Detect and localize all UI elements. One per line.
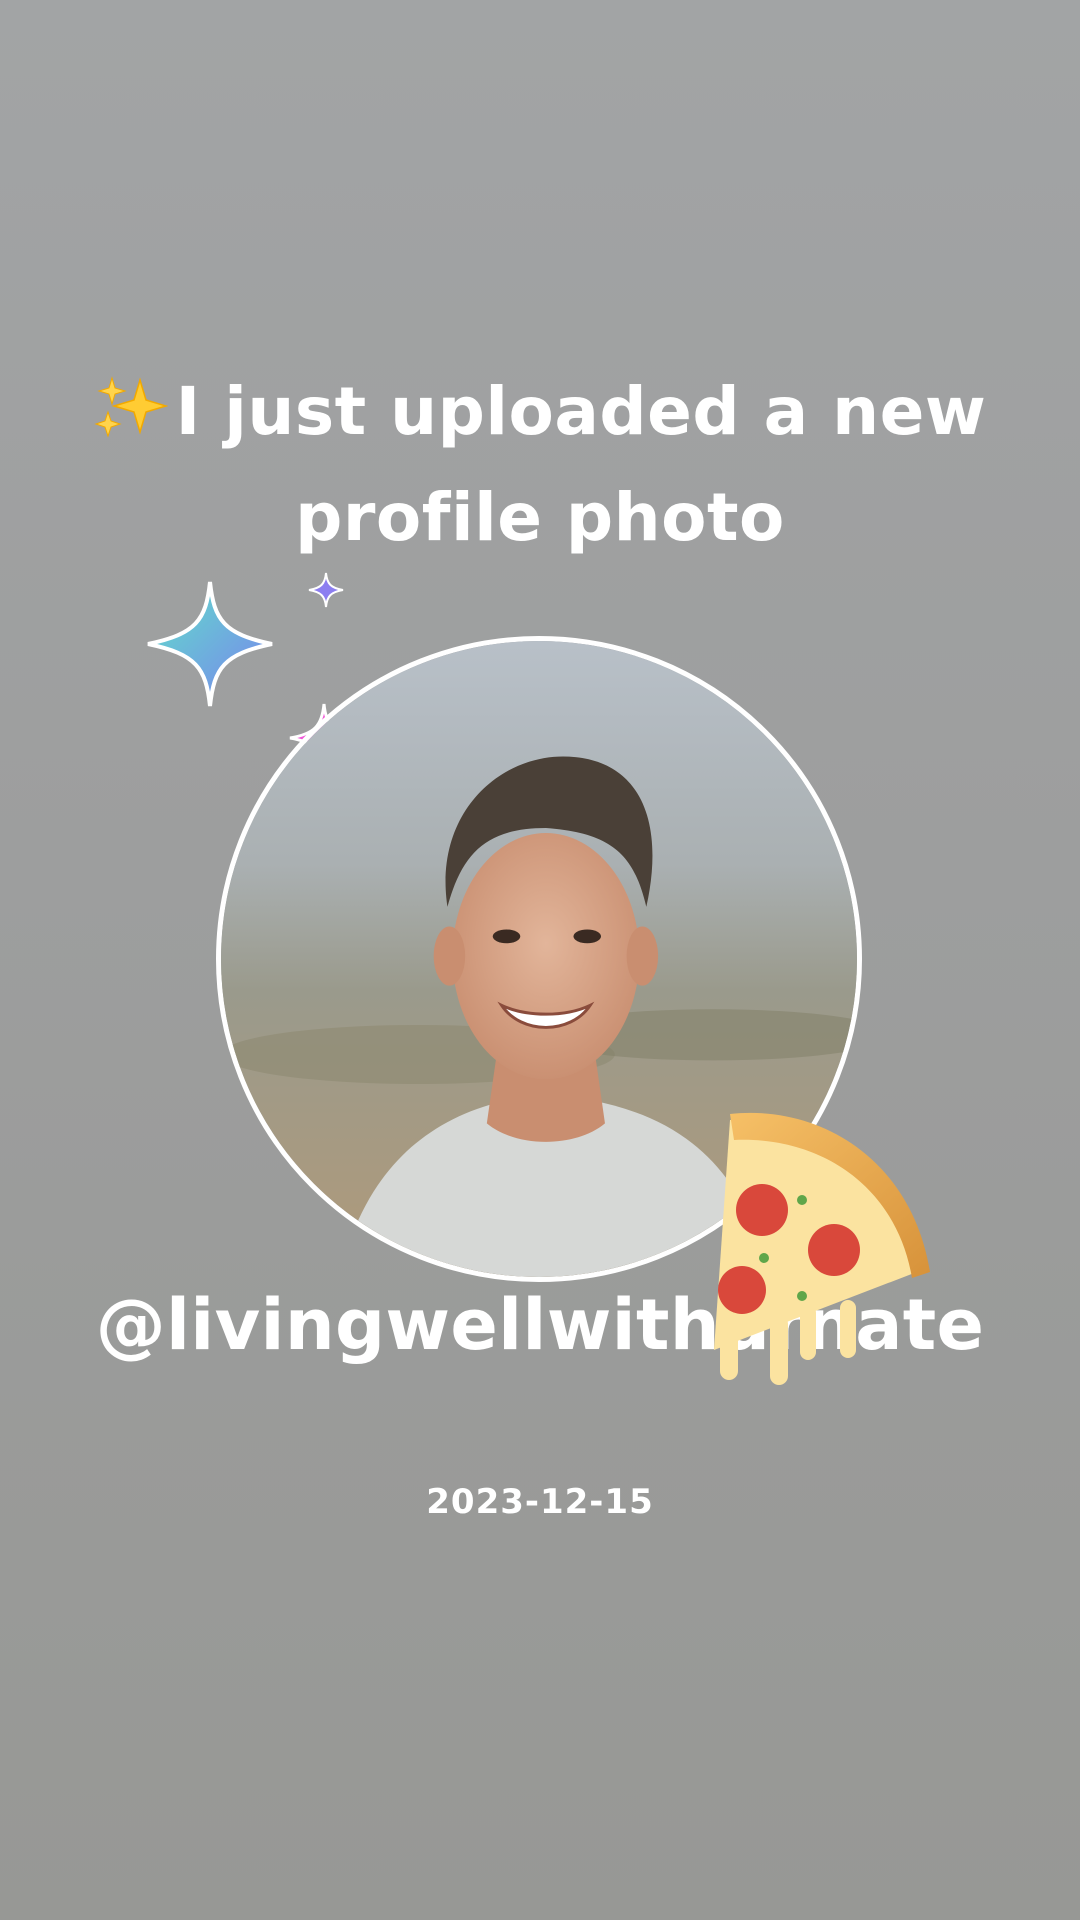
date-label: 2023-12-15 <box>426 1482 654 1522</box>
story-headline: I just uploaded a new profile photo <box>90 362 990 568</box>
teal-sparkle-icon <box>144 578 276 710</box>
headline-line-2: profile photo <box>295 479 785 556</box>
purple-sparkle-icon <box>308 572 344 608</box>
pizza-sticker-icon <box>690 1100 940 1390</box>
headline-line-1: I just uploaded a new <box>175 373 987 450</box>
sparkles-emoji-icon <box>94 368 169 468</box>
